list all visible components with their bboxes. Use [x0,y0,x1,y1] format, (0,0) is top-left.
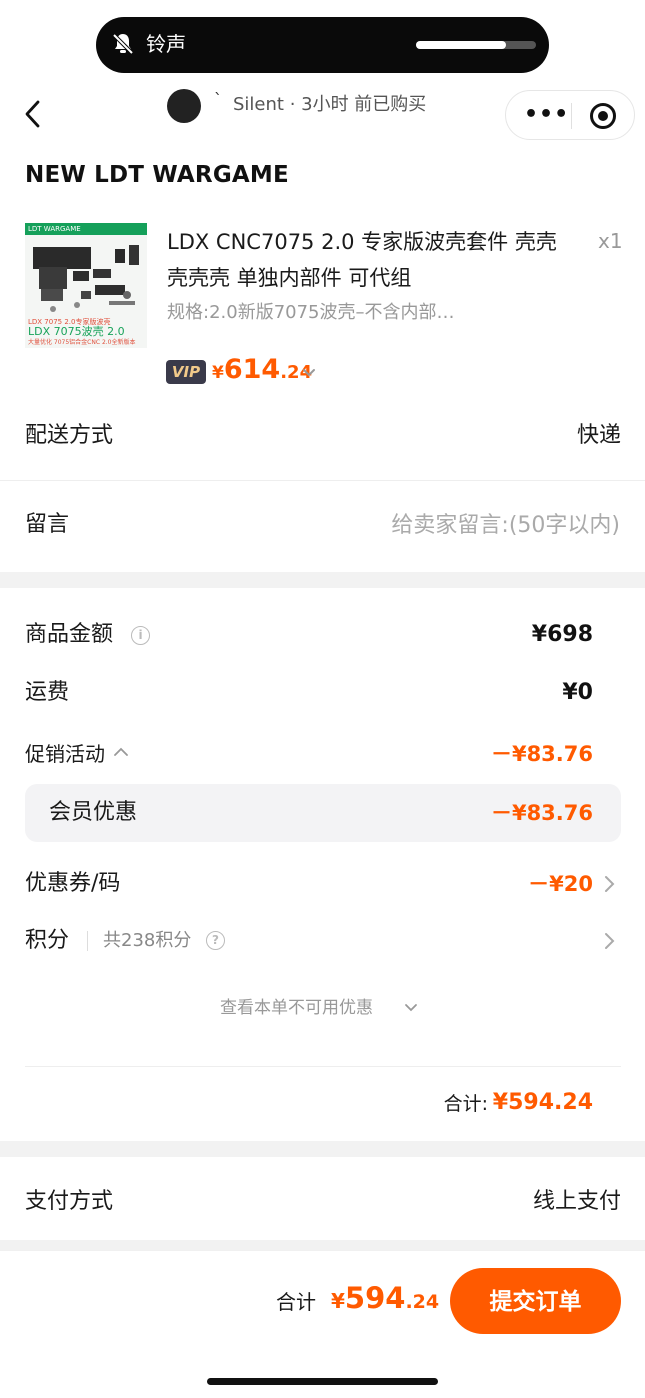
home-indicator[interactable] [207,1378,438,1385]
goods-amount-label: 商品金额 [25,622,114,647]
chevron-right-icon[interactable] [603,931,615,951]
subtotal-label: 合计: [443,1093,488,1115]
promo-label[interactable]: 促销活动 [25,739,105,769]
points-separator [87,931,88,951]
parts-illustration [33,245,139,312]
bell-mute-icon [112,33,134,55]
vip-badge: VIP [166,360,206,384]
subtotal-value: ¥594.24 [492,1090,593,1115]
message-label: 留言 [25,512,70,537]
payment-label: 支付方式 [25,1189,114,1214]
product-title[interactable]: LDX CNC7075 2.0 专家版波壳套件 壳壳壳壳壳 单独内部件 可代组 [167,224,567,296]
product-quantity: x1 [598,229,623,253]
shop-name: NEW LDT WARGAME [25,162,289,188]
chevron-down-icon[interactable] [302,366,316,380]
promo-value: －¥83.76 [490,742,593,766]
ringer-notification: 铃声 [96,17,549,73]
coupon-label: 优惠券/码 [25,871,121,896]
shipping-label: 运费 [25,680,70,705]
product-price: ¥614.24 [212,354,313,385]
total-amount: ¥594.24 [331,1281,440,1315]
delivery-label: 配送方式 [25,423,114,448]
volume-fill [416,41,506,49]
coupon-value[interactable]: －¥20 [528,869,593,899]
product-image[interactable]: LDT WARGAME LDX 7075 2.0专家版波壳 LDX 7075波壳… [25,223,147,348]
more-icon[interactable]: ••• [524,104,569,126]
chevron-right-icon[interactable] [603,874,615,894]
section-gap [0,572,645,588]
chevron-down-icon[interactable] [404,1002,418,1014]
divider [25,1066,621,1067]
thumb-caption-2: LDX 7075波壳 2.0 [28,325,125,338]
shipping-value: ¥0 [562,680,593,705]
total-label: 合计 [276,1290,316,1314]
payment-value[interactable]: 线上支付 [533,1187,621,1217]
submit-order-button[interactable]: 提交订单 [450,1268,621,1334]
recent-buyer-text: Silent · 3小时 前已购买 [233,94,427,115]
target-icon[interactable] [590,103,616,129]
points-info: 共238积分 [103,930,192,951]
section-gap [0,1141,645,1157]
chevron-up-icon[interactable] [113,746,129,758]
divider [0,480,645,481]
info-icon[interactable]: i [131,626,150,645]
buyer-mark: ˋ [214,90,222,109]
unavailable-offers-link[interactable]: 查看本单不可用优惠 [220,996,373,1020]
goods-amount-value: ¥698 [531,622,593,647]
buyer-avatar [167,89,201,123]
back-icon[interactable] [20,96,48,132]
section-gap [0,1240,645,1250]
help-icon[interactable]: ? [206,931,225,950]
miniprogram-capsule: ••• [505,90,635,140]
delivery-value[interactable]: 快递 [577,421,621,451]
message-input[interactable]: 给卖家留言:(50字以内) [391,511,620,541]
capsule-divider [571,103,572,129]
product-spec[interactable]: 规格:2.0新版7075波壳–不含内部… [167,300,455,326]
thumb-caption-3: 大量优化 7075铝合金CNC 2.0全新版本 [28,339,136,346]
points-label: 积分 [25,928,70,953]
ringer-label: 铃声 [146,32,186,56]
thumb-band-text: LDT WARGAME [28,225,81,233]
member-discount-value: －¥83.76 [490,801,593,825]
member-discount-label: 会员优惠 [49,800,138,825]
